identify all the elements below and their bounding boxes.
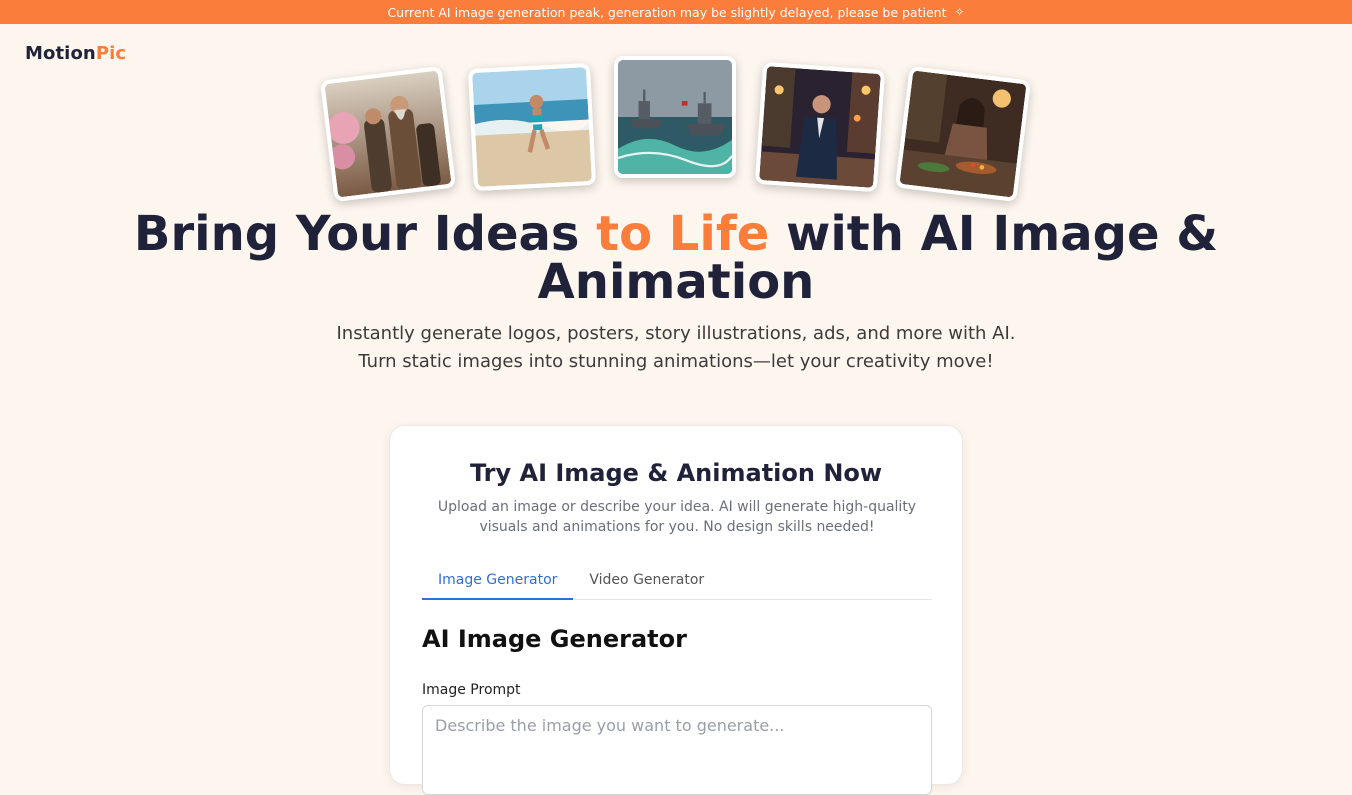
panel-title: Try AI Image & Animation Now <box>469 459 883 487</box>
banner-text: Current AI image generation peak, genera… <box>387 4 947 20</box>
image-prompt-label: Image Prompt <box>422 682 521 698</box>
section-title: AI Image Generator <box>422 625 687 653</box>
hero-title-part1: Bring Your Ideas <box>133 206 597 262</box>
logo-text-motion: Motion <box>25 43 96 64</box>
beach-runner-image <box>472 67 592 187</box>
gallery-photo-beach-runner <box>467 62 597 192</box>
gallery-photo-warships <box>614 56 736 178</box>
diamond-icon: ✧ <box>954 5 965 19</box>
gallery-photo-robed-elders <box>320 66 456 202</box>
panel-description: Upload an image or describe your idea. A… <box>437 499 917 535</box>
logo[interactable]: MotionPic <box>25 43 126 64</box>
announcement-banner: Current AI image generation peak, genera… <box>0 0 1352 24</box>
cooking-woman-image <box>899 70 1027 198</box>
logo-text-pic: Pic <box>95 43 127 64</box>
warships-image <box>618 60 732 174</box>
tab-image-generator[interactable]: Image Generator <box>422 562 574 600</box>
generator-panel: Try AI Image & Animation Now Upload an i… <box>389 425 963 795</box>
hero-title: Bring Your Ideas to Life with AI Image &… <box>0 210 1352 306</box>
gallery-photo-street-man <box>754 61 886 193</box>
gallery-photo-cooking-woman <box>895 66 1031 202</box>
hero-subtitle: Instantly generate logos, posters, story… <box>336 323 1016 372</box>
street-man-image <box>759 66 881 188</box>
robed-elders-image <box>324 70 452 198</box>
image-prompt-input[interactable] <box>422 705 932 795</box>
tab-video-generator[interactable]: Video Generator <box>573 562 720 600</box>
generator-tabs: Image Generator Video Generator <box>422 562 932 600</box>
